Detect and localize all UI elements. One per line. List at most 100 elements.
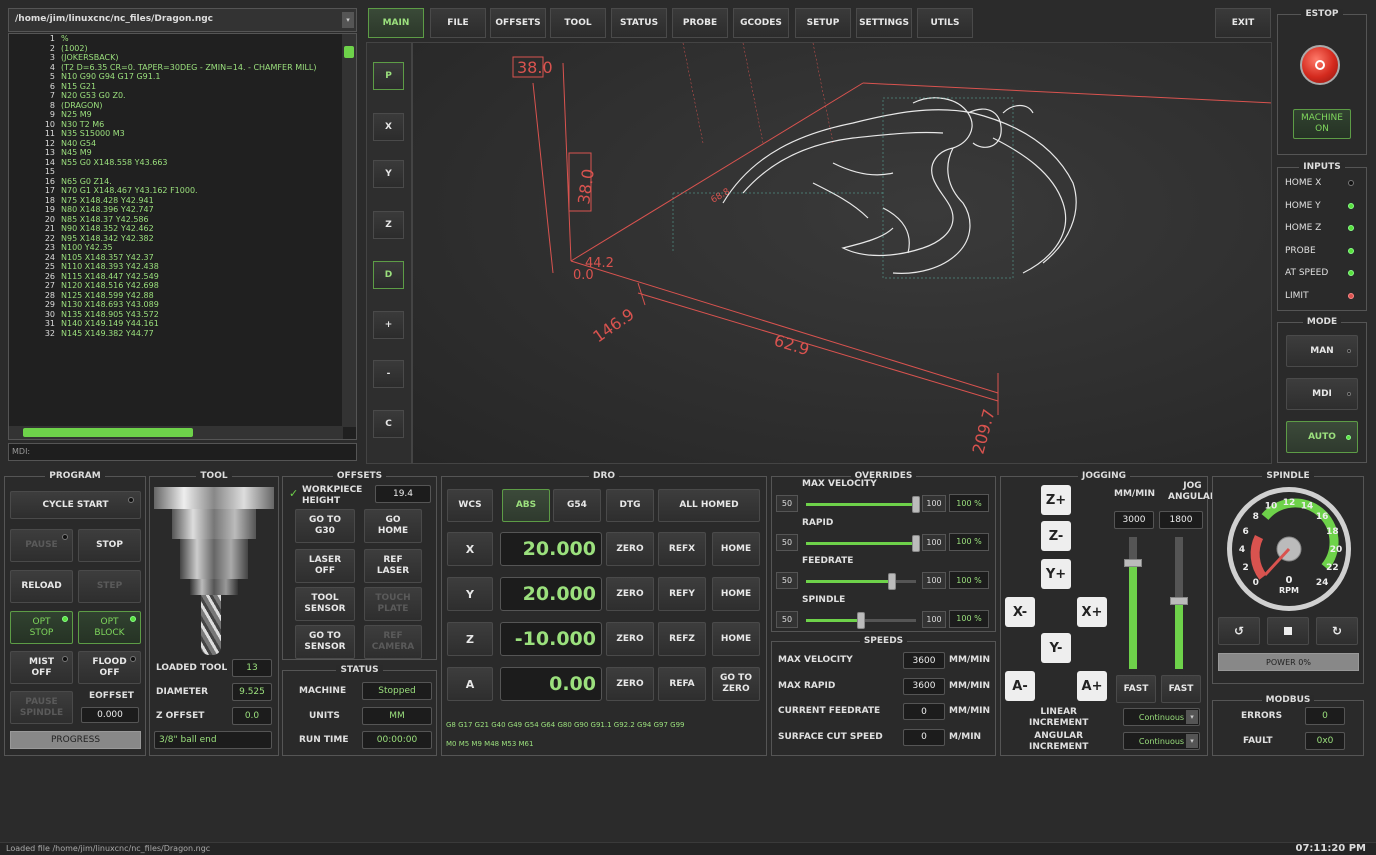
ref-button-x[interactable]: REFX [658,532,706,566]
jog-rate-slider[interactable] [1124,537,1142,669]
tab-settings[interactable]: SETTINGS [856,8,912,38]
gcode-line[interactable]: 17 N70 G1 X148.467 Y43.162 F1000. [9,186,343,196]
step-button[interactable]: STEP [78,570,141,603]
axis-button-z[interactable]: Z [447,622,493,656]
gcode-line[interactable]: 24 N105 X148.357 Y42.37 [9,253,343,263]
mode-mdi-button[interactable]: MDI [1286,378,1358,410]
slider-handle[interactable] [912,496,920,513]
gcode-hscroll-thumb[interactable] [23,428,193,437]
ref-button-z[interactable]: REFZ [658,622,706,656]
go-to-g30-button[interactable]: GO TO G30 [295,509,355,543]
slider-handle[interactable] [912,534,920,552]
gcode-line[interactable]: 20 N85 X148.37 Y42.586 [9,215,343,225]
view-perspective-button[interactable]: P [373,62,404,90]
gcode-line[interactable]: 16 N65 G0 Z14. [9,177,343,187]
jog-angular-rate-field[interactable]: 1800 [1159,511,1203,529]
estop-button[interactable] [1300,45,1340,85]
zero-button-z[interactable]: ZERO [606,622,654,656]
spindle-cw-button[interactable]: ↻ [1316,617,1358,645]
reload-button[interactable]: RELOAD [10,570,73,603]
gcode-line[interactable]: 31 N140 X149.149 Y44.161 [9,319,343,329]
gcode-line[interactable]: 30 N135 X148.905 Y43.572 [9,310,343,320]
exit-button[interactable]: EXIT [1215,8,1271,38]
file-dropdown-icon[interactable]: ▾ [342,12,354,28]
spindle-ccw-button[interactable]: ↺ [1218,617,1260,645]
all-homed-button[interactable]: ALL HOMED [658,489,760,522]
override-slider[interactable] [806,573,916,590]
tab-main[interactable]: MAIN [368,8,424,38]
axis-button-a[interactable]: A [447,667,493,701]
tab-probe[interactable]: PROBE [672,8,728,38]
go-to-sensor-button[interactable]: GO TO SENSOR [295,625,355,659]
tab-file[interactable]: FILE [430,8,486,38]
gcode-line[interactable]: 2 (1002) [9,44,343,54]
ref-button-a[interactable]: REFA [658,667,706,701]
gcode-line[interactable]: 5 N10 G90 G94 G17 G91.1 [9,72,343,82]
cycle-start-button[interactable]: CYCLE START [10,491,141,519]
gcode-line[interactable]: 8 (DRAGON) [9,101,343,111]
jog-rate-field[interactable]: 3000 [1114,511,1154,529]
jog-x-plus-button[interactable]: X+ [1077,597,1107,627]
jog-a-minus-button[interactable]: A- [1005,671,1035,701]
jog-angular-slider[interactable] [1170,537,1188,669]
gcode-line[interactable]: 27 N120 X148.516 Y42.698 [9,281,343,291]
tab-tool[interactable]: TOOL [550,8,606,38]
pause-button[interactable]: PAUSE [10,529,73,562]
gcode-line[interactable]: 23 N100 Y42.35 [9,243,343,253]
gcode-line[interactable]: 15 [9,167,343,177]
gcode-line[interactable]: 29 N130 X148.693 Y43.089 [9,300,343,310]
override-slider[interactable] [806,496,920,513]
clear-button[interactable]: C [373,410,404,438]
dtg-button[interactable]: DTG [606,489,654,522]
opt-block-button[interactable]: OPT BLOCK [78,611,141,644]
gcode-view[interactable]: 1% 2 (1002) 3 (JOKERSBACK) 4 (T2 D=6.35 CR=0. … [8,33,357,440]
tool-sensor-button[interactable]: TOOL SENSOR [295,587,355,621]
axis-button-y[interactable]: Y [447,577,493,611]
ref-laser-button[interactable]: REF LASER [364,549,422,583]
mode-auto-button[interactable]: AUTO [1286,421,1358,453]
touch-plate-button[interactable]: TOUCH PLATE [364,587,422,621]
gcode-line[interactable]: 22 N95 X148.342 Y42.382 [9,234,343,244]
zero-button-x[interactable]: ZERO [606,532,654,566]
gcode-line[interactable]: 7 N20 G53 G0 Z0. [9,91,343,101]
gcode-vscrollbar[interactable] [342,34,356,427]
mode-man-button[interactable]: MAN [1286,335,1358,367]
gcode-line[interactable]: 25 N110 X148.393 Y42.438 [9,262,343,272]
gcode-line[interactable]: 11 N35 S15000 M3 [9,129,343,139]
machine-on-button[interactable]: MACHINE ON [1293,109,1351,139]
gcode-line[interactable]: 12 N40 G54 [9,139,343,149]
zero-button-y[interactable]: ZERO [606,577,654,611]
view-y-button[interactable]: Y [373,160,404,188]
home-button-a[interactable]: GO TO ZERO [712,667,760,701]
zoom-in-button[interactable]: + [373,311,404,339]
gcode-line[interactable]: 19 N80 X148.396 Y42.747 [9,205,343,215]
jog-fast-button[interactable]: FAST [1116,675,1156,703]
home-button-y[interactable]: HOME [712,577,760,611]
zero-button-a[interactable]: ZERO [606,667,654,701]
gcode-line[interactable]: 4 (T2 D=6.35 CR=0. TAPER=30DEG - ZMIN=14.… [9,63,343,73]
angular-increment-select[interactable]: Continuous ▾ [1123,732,1200,750]
jog-angular-fast-button[interactable]: FAST [1161,675,1201,703]
tab-utils[interactable]: UTILS [917,8,973,38]
gcode-line[interactable]: 26 N115 X148.447 Y42.549 [9,272,343,282]
gcode-line[interactable]: 14 N55 G0 X148.558 Y43.663 [9,158,343,168]
tab-status[interactable]: STATUS [611,8,667,38]
opt-stop-button[interactable]: OPT STOP [10,611,73,644]
jog-x-minus-button[interactable]: X- [1005,597,1035,627]
g54-button[interactable]: G54 [553,489,601,522]
gcode-line[interactable]: 21 N90 X148.352 Y42.462 [9,224,343,234]
stop-button[interactable]: STOP [78,529,141,562]
gcode-line[interactable]: 32 N145 X149.382 Y44.77 [9,329,343,339]
gcode-line[interactable]: 10 N30 T2 M6 [9,120,343,130]
home-button-z[interactable]: HOME [712,622,760,656]
home-button-x[interactable]: HOME [712,532,760,566]
jog-z-plus-button[interactable]: Z+ [1041,485,1071,515]
view-x-button[interactable]: X [373,113,404,141]
laser-off-button[interactable]: LASER OFF [295,549,355,583]
toolpath-preview[interactable]: 38.0 38.0 44.2 0.0 146.9 62.9 209.7 68.8 [412,42,1272,464]
go-home-button[interactable]: GO HOME [364,509,422,543]
axis-button-x[interactable]: X [447,532,493,566]
tab-offsets[interactable]: OFFSETS [490,8,546,38]
zoom-out-button[interactable]: - [373,360,404,388]
jog-a-plus-button[interactable]: A+ [1077,671,1107,701]
